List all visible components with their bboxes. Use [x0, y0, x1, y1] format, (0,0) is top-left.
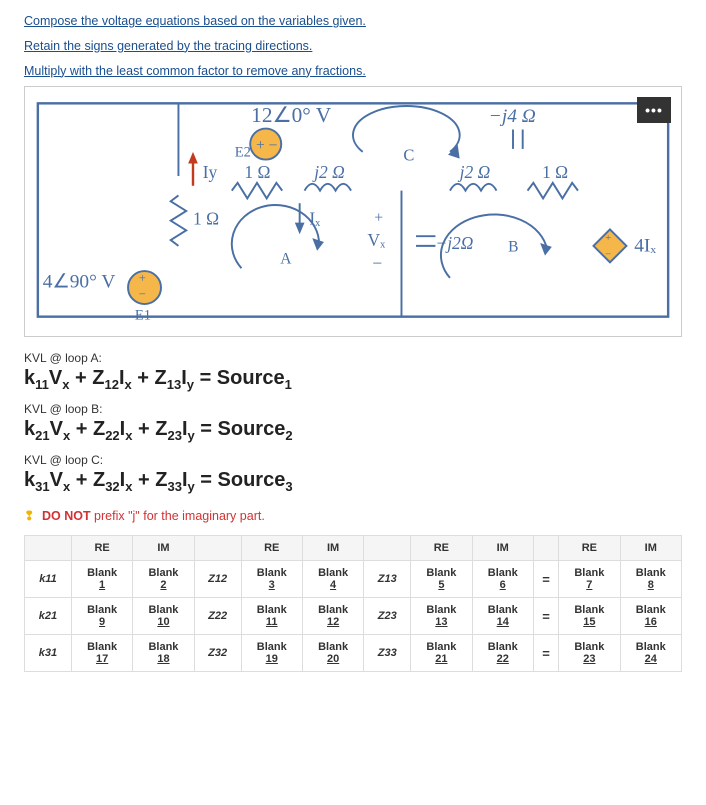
- vx-label: Vₓ: [368, 230, 387, 250]
- vx-minus: −: [372, 253, 382, 273]
- row-name: k21: [25, 598, 72, 635]
- coeff-name: Z33: [364, 635, 411, 672]
- loop-b-label: B: [508, 239, 518, 256]
- coeff-name: Z32: [194, 635, 241, 672]
- blank-input[interactable]: Blank6: [472, 561, 533, 598]
- blank-input[interactable]: Blank16: [620, 598, 681, 635]
- blank-input[interactable]: Blank1: [71, 561, 132, 598]
- node-c: C: [403, 146, 414, 165]
- circuit-diagram: ••• 12∠0° V + − E2 −j4 Ω Iy 1 Ω j2 Ω j2 …: [24, 86, 682, 337]
- blank-input[interactable]: Blank20: [302, 635, 363, 672]
- svg-text:−: −: [139, 287, 146, 301]
- blank-input[interactable]: Blank19: [241, 635, 302, 672]
- iy-label: Iy: [203, 162, 218, 182]
- equals-cell: =: [533, 635, 558, 672]
- do-not-note: ❢ DO NOT prefix "j" for the imaginary pa…: [24, 508, 682, 523]
- instruction-2: Retain the signs generated by the tracin…: [24, 37, 682, 56]
- blank-input[interactable]: Blank18: [133, 635, 194, 672]
- kvl-c-label: KVL @ loop C:: [24, 453, 682, 467]
- dep-src-label: 4Iₓ: [634, 236, 656, 257]
- blank-input[interactable]: Blank4: [302, 561, 363, 598]
- blank-input[interactable]: Blank14: [472, 598, 533, 635]
- svg-text:−: −: [605, 250, 611, 261]
- svg-text:+: +: [139, 271, 146, 285]
- r-top2: 1 Ω: [542, 162, 568, 182]
- row-name: k31: [25, 635, 72, 672]
- table-header-row: REIM REIM REIM REIM: [25, 536, 682, 561]
- blank-input[interactable]: Blank23: [559, 635, 620, 672]
- coeff-name: Z22: [194, 598, 241, 635]
- kvl-a-eq: k11Vx + Z12Ix + Z13Iy = Source1: [24, 367, 682, 392]
- blank-input[interactable]: Blank11: [241, 598, 302, 635]
- kvl-c-eq: k31Vx + Z32Ix + Z33Iy = Source3: [24, 469, 682, 494]
- r-top1: 1 Ω: [244, 162, 270, 182]
- left-source-label: 4∠90° V: [43, 272, 116, 293]
- table-row: k21Blank9Blank10Z22Blank11Blank12Z23Blan…: [25, 598, 682, 635]
- coeff-name: Z13: [364, 561, 411, 598]
- loop-a-label: A: [280, 251, 292, 268]
- blank-input[interactable]: Blank5: [411, 561, 472, 598]
- blank-input[interactable]: Blank15: [559, 598, 620, 635]
- blank-input[interactable]: Blank2: [133, 561, 194, 598]
- kvl-b-eq: k21Vx + Z22Ix + Z23Iy = Source2: [24, 418, 682, 443]
- blank-input[interactable]: Blank17: [71, 635, 132, 672]
- table-row: k11Blank1Blank2Z12Blank3Blank4Z13Blank5B…: [25, 561, 682, 598]
- l-top1: j2 Ω: [312, 162, 345, 182]
- kvl-a-label: KVL @ loop A:: [24, 351, 682, 365]
- e1-label: E1: [135, 308, 151, 324]
- vx-plus: +: [374, 210, 383, 227]
- blank-input[interactable]: Blank24: [620, 635, 681, 672]
- instruction-3: Multiply with the least common factor to…: [24, 62, 682, 81]
- ix-label: Iₓ: [309, 209, 321, 229]
- coeff-name: Z23: [364, 598, 411, 635]
- answer-table: REIM REIM REIM REIM k11Blank1Blank2Z12Bl…: [24, 535, 682, 672]
- svg-text:+: +: [605, 233, 611, 244]
- blank-input[interactable]: Blank13: [411, 598, 472, 635]
- instruction-1: Compose the voltage equations based on t…: [24, 12, 682, 31]
- blank-input[interactable]: Blank7: [559, 561, 620, 598]
- e2-label: E2: [235, 145, 251, 161]
- top-cap-label: −j4 Ω: [489, 106, 536, 127]
- blank-input[interactable]: Blank3: [241, 561, 302, 598]
- kvl-b-label: KVL @ loop B:: [24, 402, 682, 416]
- equals-cell: =: [533, 561, 558, 598]
- table-row: k31Blank17Blank18Z32Blank19Blank20Z33Bla…: [25, 635, 682, 672]
- coeff-name: Z12: [194, 561, 241, 598]
- warning-icon: ❢: [24, 509, 34, 523]
- blank-input[interactable]: Blank21: [411, 635, 472, 672]
- circuit-svg: 12∠0° V + − E2 −j4 Ω Iy 1 Ω j2 Ω j2 Ω 1 …: [33, 95, 673, 325]
- blank-input[interactable]: Blank9: [71, 598, 132, 635]
- blank-input[interactable]: Blank12: [302, 598, 363, 635]
- blank-input[interactable]: Blank22: [472, 635, 533, 672]
- blank-input[interactable]: Blank8: [620, 561, 681, 598]
- more-options-button[interactable]: •••: [637, 97, 671, 123]
- r-left: 1 Ω: [193, 209, 219, 229]
- row-name: k11: [25, 561, 72, 598]
- svg-text:+ −: + −: [256, 137, 277, 154]
- blank-input[interactable]: Blank10: [133, 598, 194, 635]
- equals-cell: =: [533, 598, 558, 635]
- top-source-label: 12∠0° V: [251, 103, 332, 127]
- l-top2: j2 Ω: [458, 162, 491, 182]
